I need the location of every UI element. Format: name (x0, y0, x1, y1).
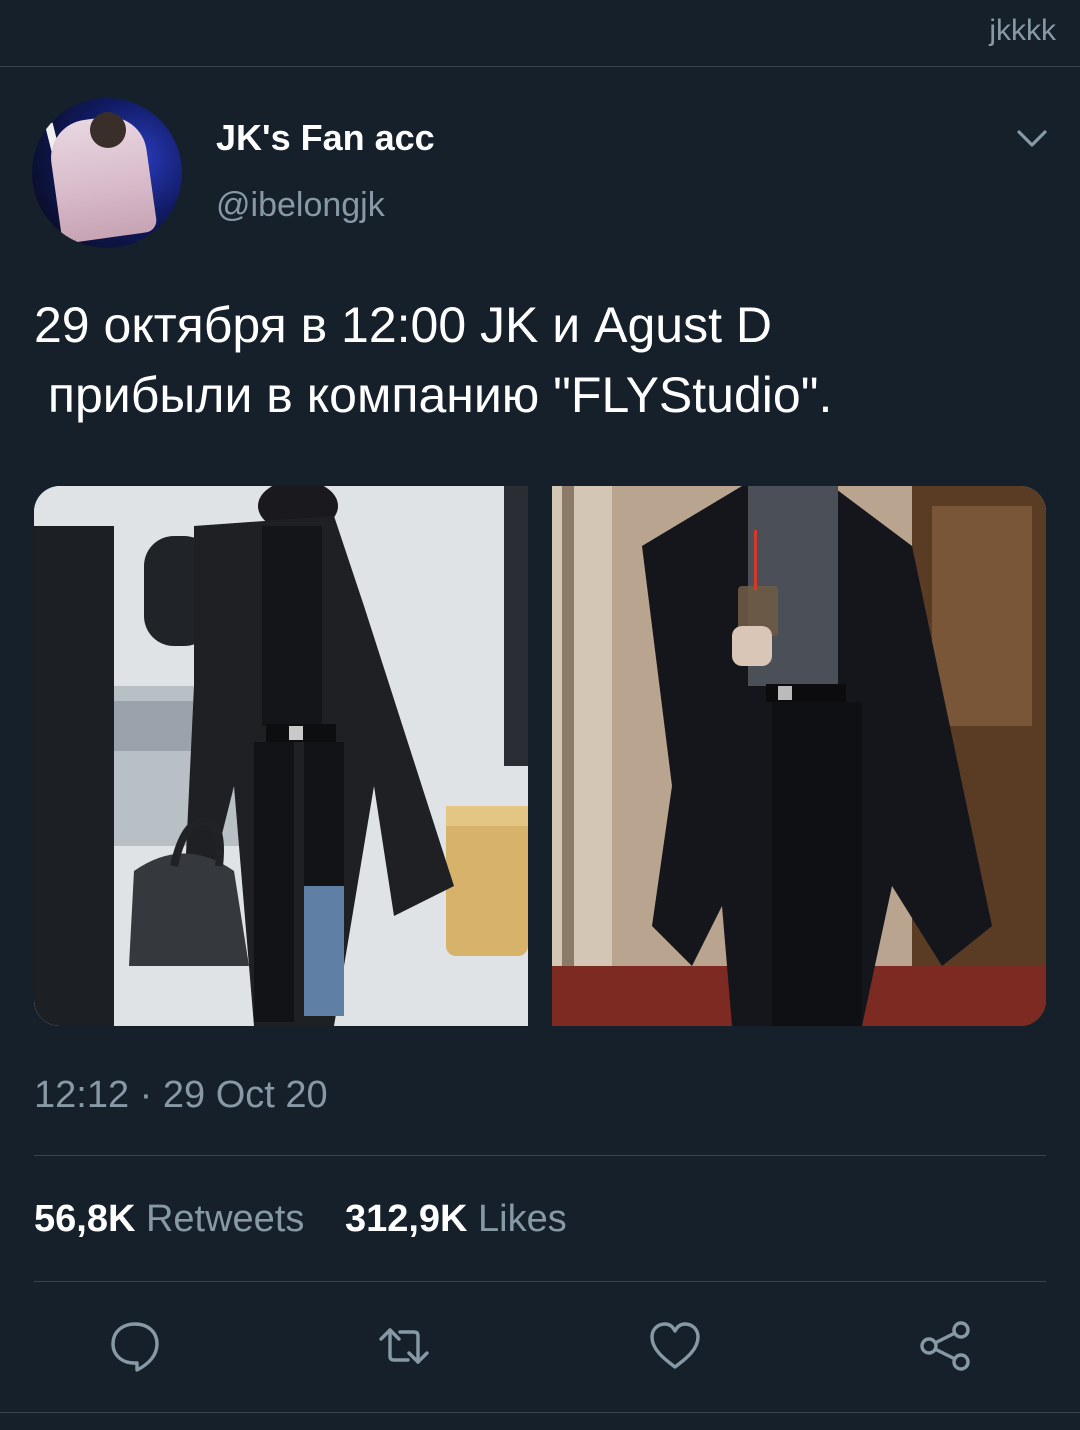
heart-icon[interactable] (647, 1318, 703, 1374)
divider-top (34, 1155, 1046, 1156)
likes-count: 312,9K (344, 1198, 468, 1240)
tweet-stats: 56,8K Retweets 312,9K Likes (34, 1198, 597, 1241)
share-icon[interactable] (917, 1318, 973, 1374)
likes-label: Likes (478, 1198, 567, 1240)
tweet-text: 29 октября в 12:00 JK и Agust D прибыли … (34, 297, 833, 423)
reply-icon[interactable] (107, 1318, 163, 1374)
divider-bottom (34, 1281, 1046, 1282)
retweets-stat[interactable]: 56,8K Retweets (34, 1198, 315, 1240)
avatar-head (90, 112, 126, 148)
top-label: jkkkk (989, 14, 1056, 47)
chevron-down-icon[interactable] (1014, 120, 1050, 156)
author-handle[interactable]: @ibelongjk (216, 186, 385, 225)
author-display-name[interactable]: JK's Fan acc (216, 117, 435, 159)
tweet-timestamp[interactable]: 12:12 · 29 Oct 20 (34, 1074, 328, 1117)
top-bar: jkkkk (0, 0, 1080, 67)
avatar[interactable] (32, 98, 182, 248)
photo-left-drawing (34, 486, 528, 1026)
photo-left[interactable] (34, 486, 528, 1026)
retweets-label: Retweets (145, 1198, 305, 1240)
likes-stat[interactable]: 312,9K Likes (345, 1198, 567, 1240)
retweets-count: 56,8K (34, 1198, 136, 1240)
photo-right-drawing (552, 486, 1046, 1026)
retweet-icon[interactable] (376, 1318, 432, 1374)
tweet-media[interactable] (34, 486, 1046, 1026)
bottom-divider (0, 1412, 1080, 1413)
photo-right[interactable] (552, 486, 1046, 1026)
